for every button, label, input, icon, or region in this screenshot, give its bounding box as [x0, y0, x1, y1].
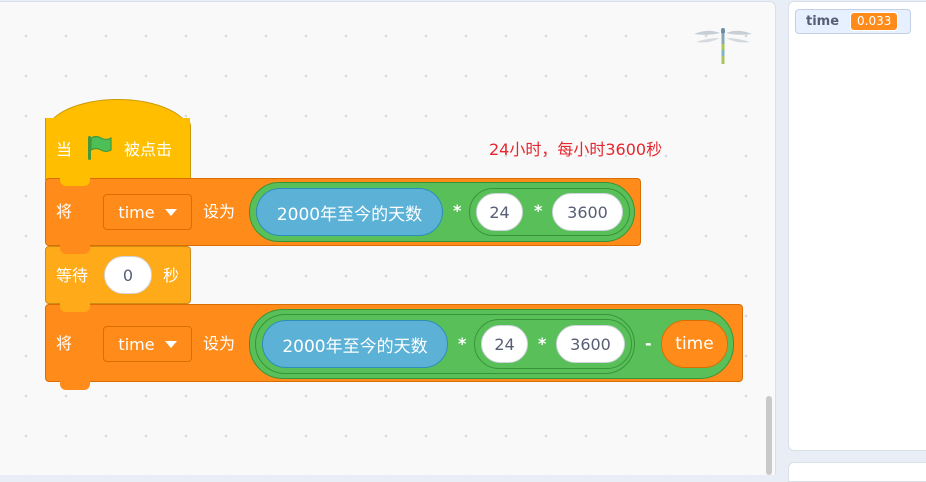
wait-unit: 秒	[163, 266, 180, 285]
monitor-value: 0.033	[850, 12, 899, 31]
dragonfly-icon	[694, 28, 752, 64]
number-input[interactable]: 3600	[552, 193, 623, 231]
variable-reporter[interactable]: time	[661, 320, 728, 368]
variable-name: time	[118, 334, 155, 354]
variable-dropdown[interactable]: time	[103, 326, 192, 362]
number-input[interactable]: 3600	[556, 325, 625, 363]
days-since-2000-reporter[interactable]: 2000年至今的天数	[256, 188, 443, 236]
stage-panel[interactable]	[788, 1, 926, 451]
days-since-2000-label: 2000年至今的天数	[276, 204, 423, 225]
set-label: 将	[56, 334, 73, 353]
number-input[interactable]: 24	[476, 193, 523, 231]
days-since-2000-label: 2000年至今的天数	[282, 336, 428, 357]
number-value: 0	[122, 265, 134, 285]
chevron-down-icon	[164, 341, 177, 348]
wait-label: 等待	[56, 266, 89, 285]
variable-dropdown[interactable]: time	[103, 194, 192, 230]
block-tab	[60, 381, 90, 390]
number-input[interactable]: 24	[481, 325, 528, 363]
multiply-symbol: *	[534, 201, 543, 220]
green-flag-icon	[88, 135, 112, 160]
wait-seconds-input[interactable]: 0	[104, 256, 152, 294]
number-value: 3600	[570, 334, 611, 354]
set-to-label: 设为	[203, 334, 236, 353]
multiply-symbol: *	[538, 334, 547, 353]
number-value: 24	[489, 202, 510, 222]
variable-name: time	[118, 202, 155, 222]
set-label: 将	[56, 202, 73, 221]
block-notch	[60, 177, 90, 186]
chevron-down-icon	[164, 209, 177, 216]
number-value: 24	[494, 334, 515, 354]
hat-block-mask	[46, 118, 190, 138]
subtract-symbol: -	[645, 334, 652, 353]
sprite-panel[interactable]	[788, 462, 926, 482]
multiply-symbol: *	[453, 201, 462, 220]
number-value: 3600	[567, 202, 608, 222]
days-since-2000-reporter[interactable]: 2000年至今的天数	[262, 320, 448, 368]
hat-suffix: 被点击	[124, 140, 173, 159]
block-notch	[60, 303, 90, 312]
multiply-symbol: *	[458, 334, 467, 353]
variable-monitor[interactable]: time 0.033	[795, 9, 911, 34]
code-comment[interactable]: 24小时，每小时3600秒	[489, 136, 662, 160]
monitor-variable-name: time	[806, 14, 840, 29]
variable-reporter-label: time	[675, 334, 714, 354]
set-to-label: 设为	[203, 202, 236, 221]
vertical-scrollbar[interactable]	[766, 396, 772, 475]
block-notch	[60, 246, 90, 254]
hat-prefix: 当	[56, 140, 73, 159]
